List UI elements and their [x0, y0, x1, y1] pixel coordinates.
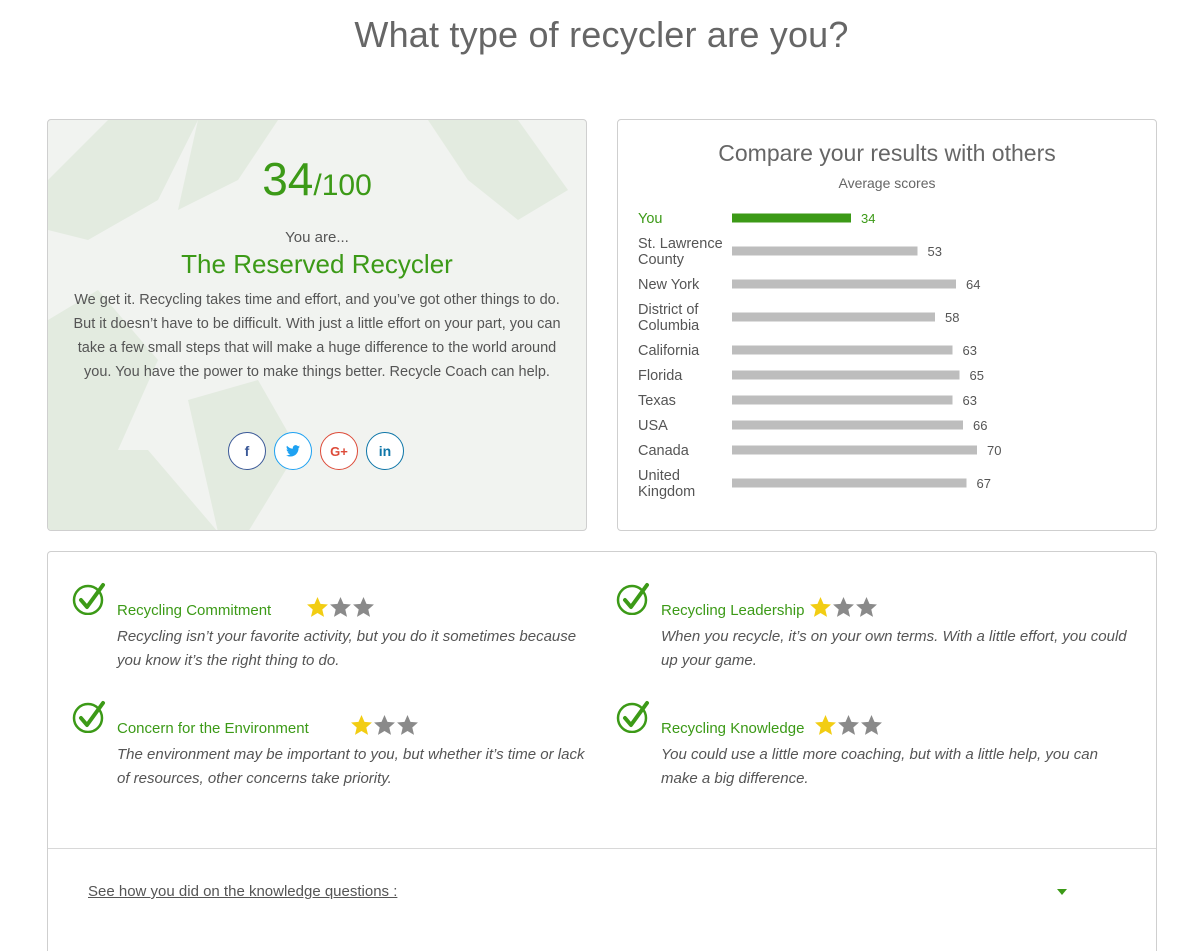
- chart-value-label: 63: [963, 343, 977, 358]
- chart-bar: [732, 420, 963, 430]
- chart-value-label: 34: [861, 211, 875, 226]
- chart-value-label: 64: [966, 277, 980, 292]
- chart-bar: [732, 370, 960, 380]
- chart-value-label: 53: [928, 244, 942, 259]
- star-empty-icon: [397, 714, 418, 735]
- traits-card: Recycling Commitment Recycling isn’t your…: [47, 551, 1157, 951]
- trait-description: The environment may be important to you,…: [117, 746, 585, 787]
- chart-bar: [732, 312, 935, 322]
- twitter-icon: [286, 445, 300, 457]
- star-empty-icon: [330, 596, 351, 617]
- chart-value-label: 70: [987, 443, 1001, 458]
- compare-card: Compare your results with others Average…: [617, 119, 1157, 531]
- chart-category-label: California: [638, 343, 700, 359]
- star-empty-icon: [833, 596, 854, 617]
- chart-category-label: Florida: [638, 368, 683, 384]
- chart-category-label: United Kingdom: [638, 468, 695, 500]
- linkedin-icon: in: [378, 443, 392, 459]
- chart-bar: [732, 445, 977, 455]
- facebook-share-button[interactable]: f: [228, 432, 266, 470]
- score-value: 34/100: [48, 152, 586, 206]
- star-empty-icon: [353, 596, 374, 617]
- trait-name: Recycling Leadership: [661, 602, 805, 619]
- chart-value-label: 63: [963, 393, 977, 408]
- divider: [48, 848, 1156, 849]
- chart-bar: [732, 246, 918, 256]
- share-buttons: f G+ in: [228, 432, 408, 472]
- star-empty-icon: [374, 714, 395, 735]
- star-empty-icon: [838, 714, 859, 735]
- chart-bar: [732, 279, 956, 289]
- star-empty-icon: [856, 596, 877, 617]
- chart-bar: [732, 395, 953, 405]
- trait-description: When you recycle, it’s on your own terms…: [661, 628, 1127, 669]
- google-plus-icon: G+: [330, 443, 348, 459]
- trait-name: Concern for the Environment: [117, 720, 309, 737]
- recycler-type-name: The Reserved Recycler: [181, 249, 453, 279]
- chart-value-label: 58: [945, 310, 959, 325]
- facebook-icon: f: [244, 443, 250, 459]
- checkmark-circle-icon: [72, 701, 105, 733]
- star-filled-icon: [307, 596, 328, 617]
- chart-value-label: 66: [973, 418, 987, 433]
- chart-value-label: 67: [977, 476, 991, 491]
- star-filled-icon: [810, 596, 831, 617]
- score-max: /100: [313, 169, 372, 202]
- checkmark-circle-icon: [72, 583, 105, 615]
- checkmark-circle-icon: [616, 583, 649, 615]
- you-are-label: You are...: [285, 229, 349, 246]
- page-title: What type of recycler are you?: [354, 14, 849, 55]
- chart-category-label: Texas: [638, 393, 676, 409]
- chart-value-label: 65: [970, 368, 984, 383]
- trait-description: Recycling isn’t your favorite activity, …: [117, 628, 577, 669]
- score-card: 34/100 You are... The Reserved Recycler …: [47, 119, 587, 531]
- chart-bar: [732, 213, 851, 223]
- checkmark-circle-icon: [616, 701, 649, 733]
- trait-name: Recycling Knowledge: [661, 720, 805, 737]
- chart-category-label: St. Lawrence County: [638, 236, 723, 268]
- linkedin-share-button[interactable]: in: [366, 432, 404, 470]
- star-empty-icon: [861, 714, 882, 735]
- compare-bar-chart: You 34 St. Lawrence County 53 New York 64 Distr…: [638, 211, 1001, 500]
- recycler-type-description: We get it. Recycling takes time and effo…: [73, 292, 561, 380]
- chart-category-label: You: [638, 211, 662, 227]
- trait-name: Recycling Commitment: [117, 602, 272, 619]
- chart-bar: [732, 478, 967, 488]
- chart-category-label: District of Columbia: [638, 302, 700, 334]
- score-number: 34: [262, 153, 314, 205]
- chart-category-label: Canada: [638, 443, 690, 459]
- caret-down-icon[interactable]: [1056, 888, 1068, 896]
- star-filled-icon: [351, 714, 372, 735]
- knowledge-questions-link[interactable]: See how you did on the knowledge questio…: [88, 883, 397, 900]
- chart-category-label: New York: [638, 277, 700, 293]
- twitter-share-button[interactable]: [274, 432, 312, 470]
- google-plus-share-button[interactable]: G+: [320, 432, 358, 470]
- chart-bar: [732, 345, 953, 355]
- chart-category-label: USA: [638, 418, 668, 434]
- trait-description: You could use a little more coaching, bu…: [661, 746, 1098, 787]
- star-filled-icon: [815, 714, 836, 735]
